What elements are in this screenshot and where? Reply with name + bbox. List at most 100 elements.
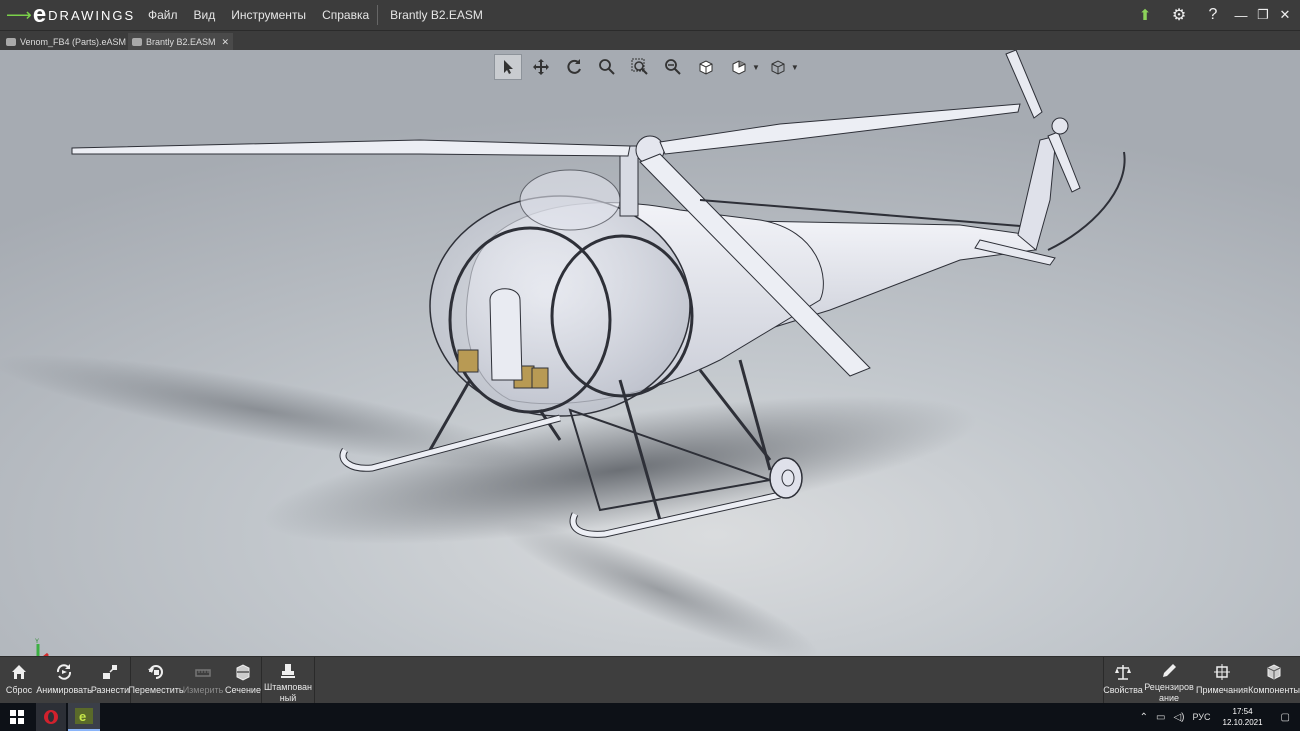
stamp-icon	[281, 663, 295, 678]
model-viewport[interactable]: ▼ ▼ Y Z	[0, 50, 1300, 656]
opera-browser-icon	[44, 710, 58, 724]
axis-y-label: Y	[35, 639, 39, 645]
rotate-icon	[567, 59, 581, 74]
view-toolbar: ▼ ▼	[494, 53, 803, 81]
menu-help[interactable]: Справка	[314, 0, 377, 30]
section-icon	[236, 664, 250, 681]
minimize-button[interactable]: —	[1230, 0, 1252, 30]
explode-icon	[103, 665, 117, 679]
logo-arrow-icon: ⟶	[6, 5, 32, 25]
components-icon	[1267, 664, 1281, 680]
assembly-icon	[6, 38, 16, 46]
start-button[interactable]	[0, 703, 34, 731]
display-style-icon	[732, 60, 746, 75]
logo-letter: e	[32, 1, 47, 28]
pan-icon	[533, 59, 549, 75]
taskbar-edrawings[interactable]: e	[68, 703, 100, 731]
explode-button[interactable]: Разнести	[91, 657, 129, 704]
network-icon[interactable]: ▭	[1152, 712, 1169, 723]
zoom-to-fit-icon	[599, 59, 615, 75]
reset-button[interactable]: Сброс	[4, 657, 34, 704]
markup-button[interactable]: Примечания	[1196, 657, 1248, 704]
select-icon	[504, 60, 513, 74]
pan-tool[interactable]	[527, 54, 555, 80]
tail-skid	[1047, 151, 1126, 251]
windows-logo-icon	[10, 710, 24, 724]
dropdown-arrow-icon[interactable]: ▼	[791, 63, 799, 72]
helicopter-model[interactable]	[0, 50, 1300, 656]
system-tray: ⌃ ▭ ◁) РУС 17:54 12.10.2021 ▢	[1136, 703, 1300, 731]
view-orientation-tool[interactable]	[764, 54, 792, 80]
review-button[interactable]: Рецензирование	[1143, 657, 1195, 704]
close-button[interactable]: ✕	[1274, 0, 1296, 30]
rotate-tool[interactable]	[560, 54, 588, 80]
help-icon[interactable]: ?	[1196, 0, 1230, 30]
volume-icon[interactable]: ◁)	[1169, 712, 1188, 723]
tail-fin	[1017, 135, 1057, 251]
tab-label: Brantly B2.EASM	[146, 37, 216, 47]
edrawings-app-icon: e	[75, 708, 93, 724]
measure-button[interactable]: Измерить	[183, 657, 223, 704]
windows-taskbar: e ⌃ ▭ ◁) РУС 17:54 12.10.2021 ▢	[0, 703, 1300, 731]
main-rotor-blade-left	[71, 139, 631, 157]
language-indicator[interactable]: РУС	[1188, 712, 1214, 722]
document-tab-bar: Venom_FB4 (Parts).eASM ✕ Brantly B2.EASM…	[0, 30, 1300, 51]
main-rotor-blade-right	[659, 103, 1021, 155]
update-arrow-icon[interactable]: ⬆	[1128, 0, 1162, 30]
animate-button[interactable]: Анимировать	[36, 657, 92, 704]
move-button[interactable]: Переместить	[128, 657, 184, 704]
tail-rotor-hub	[1051, 117, 1069, 135]
tab-brantly[interactable]: Brantly B2.EASM ✕	[128, 33, 234, 51]
instrument-pod	[489, 288, 523, 381]
home-icon	[12, 665, 26, 679]
edrawings-logo: ⟶ e DRAWINGS	[6, 1, 135, 28]
properties-button[interactable]: Свойства	[1103, 657, 1143, 704]
restore-button[interactable]: ❐	[1252, 0, 1274, 30]
settings-gear-icon[interactable]: ⚙	[1162, 0, 1196, 30]
display-style-tool[interactable]	[725, 54, 753, 80]
scales-icon	[1115, 665, 1131, 680]
title-bar: ⟶ e DRAWINGS Файл Вид Инструменты Справк…	[0, 0, 1300, 30]
pen-icon	[1163, 663, 1176, 677]
ground-wheel-hub	[781, 469, 795, 487]
command-bar: Сброс Анимировать Разнести Переместить И…	[0, 656, 1300, 704]
clock-time: 17:54	[1232, 707, 1253, 716]
move-icon	[148, 665, 163, 679]
upper-dome	[519, 169, 621, 231]
menu-tools[interactable]: Инструменты	[223, 0, 314, 30]
menu-bar: Файл Вид Инструменты Справка Brantly B2.…	[140, 0, 495, 30]
chevron-up-icon[interactable]: ⌃	[1136, 712, 1152, 723]
components-button[interactable]: Компоненты	[1248, 657, 1300, 704]
markup-icon	[1214, 664, 1230, 680]
notifications-icon[interactable]: ▢	[1271, 712, 1300, 723]
view-orientation-icon	[771, 60, 785, 75]
select-tool[interactable]	[494, 54, 522, 80]
zoom-to-area-icon	[631, 58, 648, 75]
menu-view[interactable]: Вид	[186, 0, 224, 30]
tab-close-icon[interactable]: ✕	[222, 37, 230, 48]
zoom-to-fit-tool[interactable]	[593, 54, 621, 80]
divider	[130, 657, 131, 704]
axis-triad: Y Z	[35, 639, 49, 656]
clock[interactable]: 17:54 12.10.2021	[1215, 706, 1271, 728]
stamp-button[interactable]: Штампованный	[263, 657, 313, 704]
seat	[531, 367, 549, 389]
zoom-to-area-tool[interactable]	[626, 54, 654, 80]
clock-date: 12.10.2021	[1222, 718, 1263, 727]
standard-views-icon	[699, 60, 713, 75]
document-title: Brantly B2.EASM	[390, 8, 483, 22]
divider	[261, 657, 262, 704]
menu-file[interactable]: Файл	[140, 0, 186, 30]
taskbar-opera[interactable]	[36, 703, 66, 731]
section-button[interactable]: Сечение	[225, 657, 261, 704]
standard-views-tool[interactable]	[692, 54, 720, 80]
zoom-in-out-tool[interactable]	[659, 54, 687, 80]
title-bar-controls: ⬆ ⚙ ? — ❐ ✕	[1128, 0, 1300, 30]
assembly-icon	[132, 38, 142, 46]
seat	[457, 349, 479, 373]
zoom-in-out-icon	[665, 59, 681, 75]
animate-icon	[56, 664, 72, 680]
tab-venom[interactable]: Venom_FB4 (Parts).eASM ✕	[2, 33, 144, 51]
dropdown-arrow-icon[interactable]: ▼	[752, 63, 760, 72]
rotor-mast	[619, 145, 639, 217]
